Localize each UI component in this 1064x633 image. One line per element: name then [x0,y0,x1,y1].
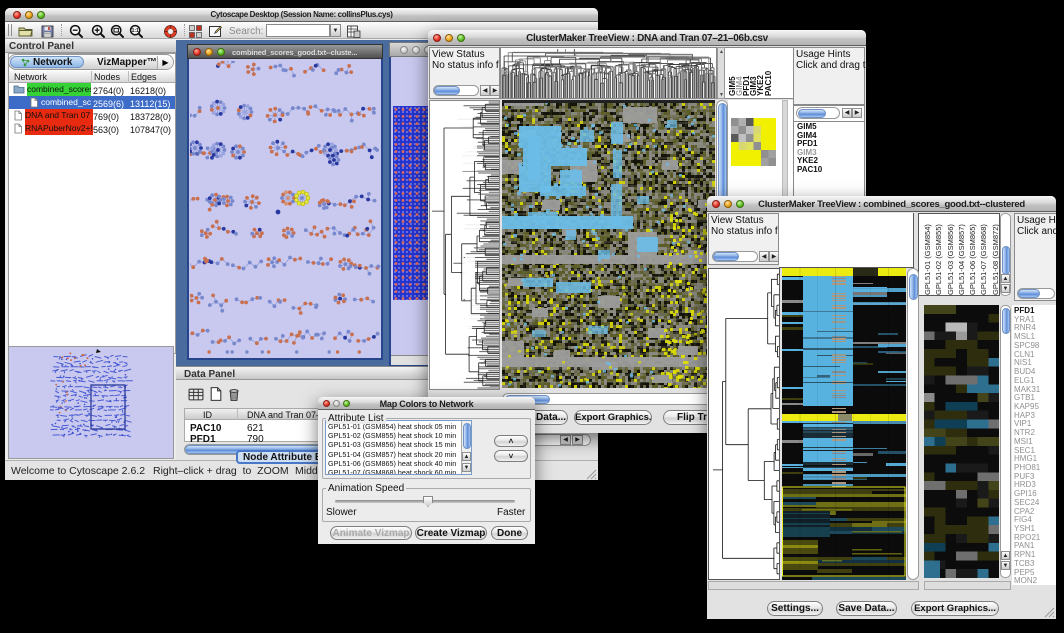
svg-text:1:1: 1:1 [132,28,139,34]
